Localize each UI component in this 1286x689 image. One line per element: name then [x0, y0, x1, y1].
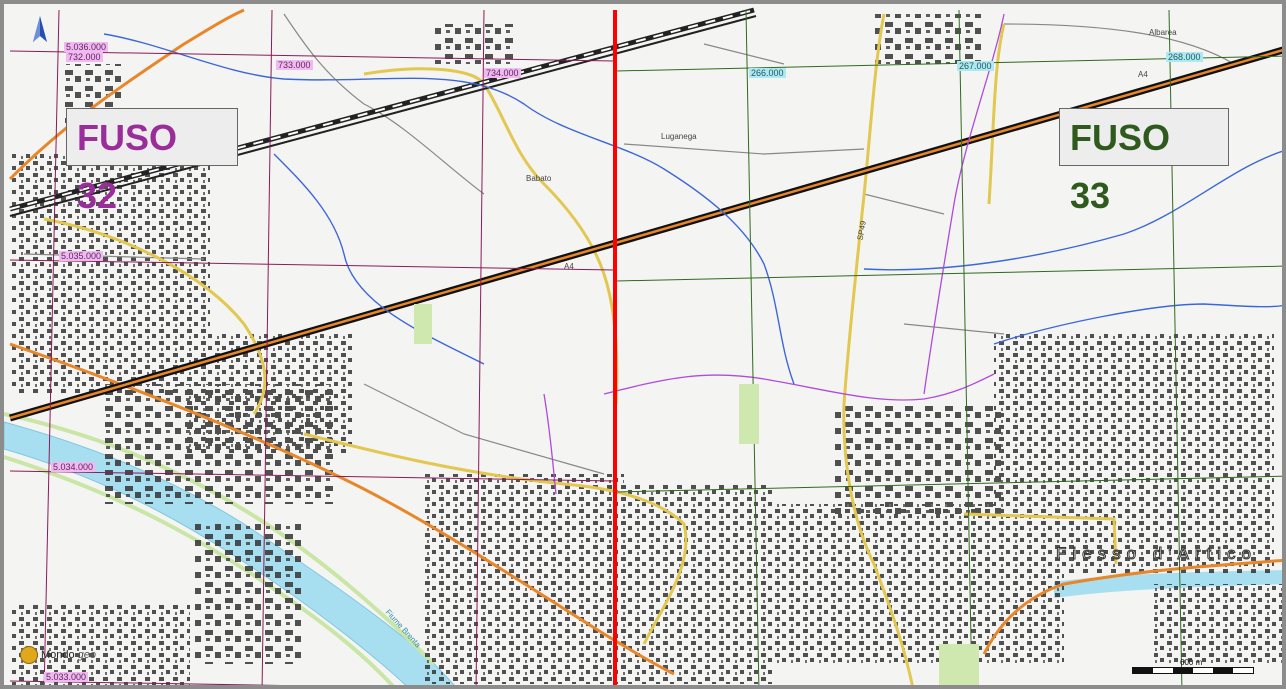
place-label: Luganega [661, 132, 697, 141]
grid-label-northing: 5.034.000 [51, 462, 96, 472]
scale-label: 600 m [1180, 658, 1203, 667]
grid-label-easting: 732.000 [66, 52, 103, 62]
logo-text: Mondo [41, 649, 75, 661]
zone-label-fuso32: FUSO 32 [66, 108, 238, 216]
road-label: A4 [1138, 70, 1148, 79]
topographic-map[interactable] [4, 4, 1286, 689]
scale-bar-graphic [1132, 667, 1254, 674]
grid-label-easting: 266.000 [749, 68, 786, 78]
globe-icon [20, 646, 38, 664]
zone-label-fuso33: FUSO 33 [1059, 108, 1229, 216]
grid-label-northing: 5.035.000 [59, 251, 104, 261]
place-label: Albarea [1149, 28, 1177, 37]
map-frame: FUSO 32 FUSO 33 5.036.000 732.000 733.00… [0, 0, 1286, 689]
grid-label-easting: 267.000 [957, 61, 994, 71]
road-label: A4 [564, 262, 574, 271]
grid-label-easting: 268.000 [1166, 52, 1203, 62]
scale-bar: 600 m [1132, 658, 1258, 676]
grid-label-northing: 5.036.000 [64, 42, 109, 52]
logo-suffix: geo [77, 649, 96, 661]
grid-label-northing: 5.033.000 [44, 672, 89, 682]
place-label: Babato [526, 174, 552, 183]
mondogeo-logo: Mondo geo [20, 644, 96, 666]
grid-label-easting: 734.000 [484, 68, 521, 78]
grid-label-easting: 733.000 [276, 60, 313, 70]
north-arrow-icon [33, 16, 47, 42]
town-label: Fiesso d'Artico [1056, 544, 1257, 564]
